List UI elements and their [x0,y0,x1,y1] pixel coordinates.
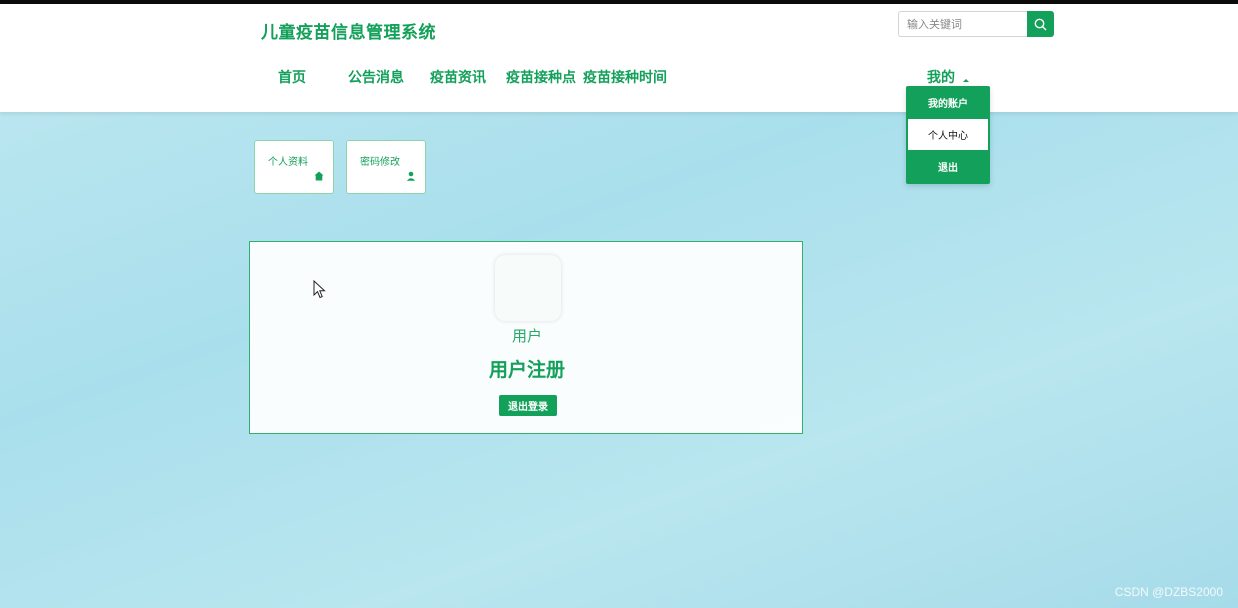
nav-announcements[interactable]: 公告消息 [348,67,404,87]
watermark: CSDN @DZBS2000 [1114,585,1223,599]
nav-mine-label: 我的 [927,70,955,86]
mouse-pointer-icon [313,280,326,299]
password-change-card[interactable]: 密码修改 [346,140,426,194]
personal-info-label: 个人资料 [268,157,308,168]
home-icon [314,171,324,181]
site-title: 儿童疫苗信息管理系统 [261,23,436,43]
avatar [495,255,561,321]
nav-mine-menu[interactable]: 我的 [927,67,969,87]
profile-panel: 用户 用户注册 退出登录 [249,241,803,434]
nav-vaccine-news[interactable]: 疫苗资讯 [430,67,486,87]
search-button[interactable] [1027,11,1054,37]
menu-item-personal-center[interactable]: 个人中心 [908,119,988,150]
register-title: 用户注册 [488,359,565,381]
nav-vaccination-sites[interactable]: 疫苗接种点 [506,67,576,87]
mine-dropdown-menu: 我的账户 个人中心 退出 [906,86,990,184]
password-change-label: 密码修改 [360,157,400,168]
nav-home[interactable]: 首页 [278,67,306,87]
caret-up-icon [963,78,969,82]
personal-info-card[interactable]: 个人资料 [254,140,334,194]
site-header: 儿童疫苗信息管理系统 首页 公告消息 疫苗资讯 疫苗接种点 疫苗接种时间 我的 [0,4,1238,112]
user-icon [406,171,416,181]
search-icon [1034,18,1047,30]
menu-item-logout[interactable]: 退出 [906,151,990,182]
menu-item-my-account[interactable]: 我的账户 [906,87,990,118]
search-input[interactable] [898,11,1028,37]
nav-vaccination-times[interactable]: 疫苗接种时间 [583,67,667,87]
user-role: 用户 [511,327,542,345]
logout-button[interactable]: 退出登录 [499,395,557,416]
